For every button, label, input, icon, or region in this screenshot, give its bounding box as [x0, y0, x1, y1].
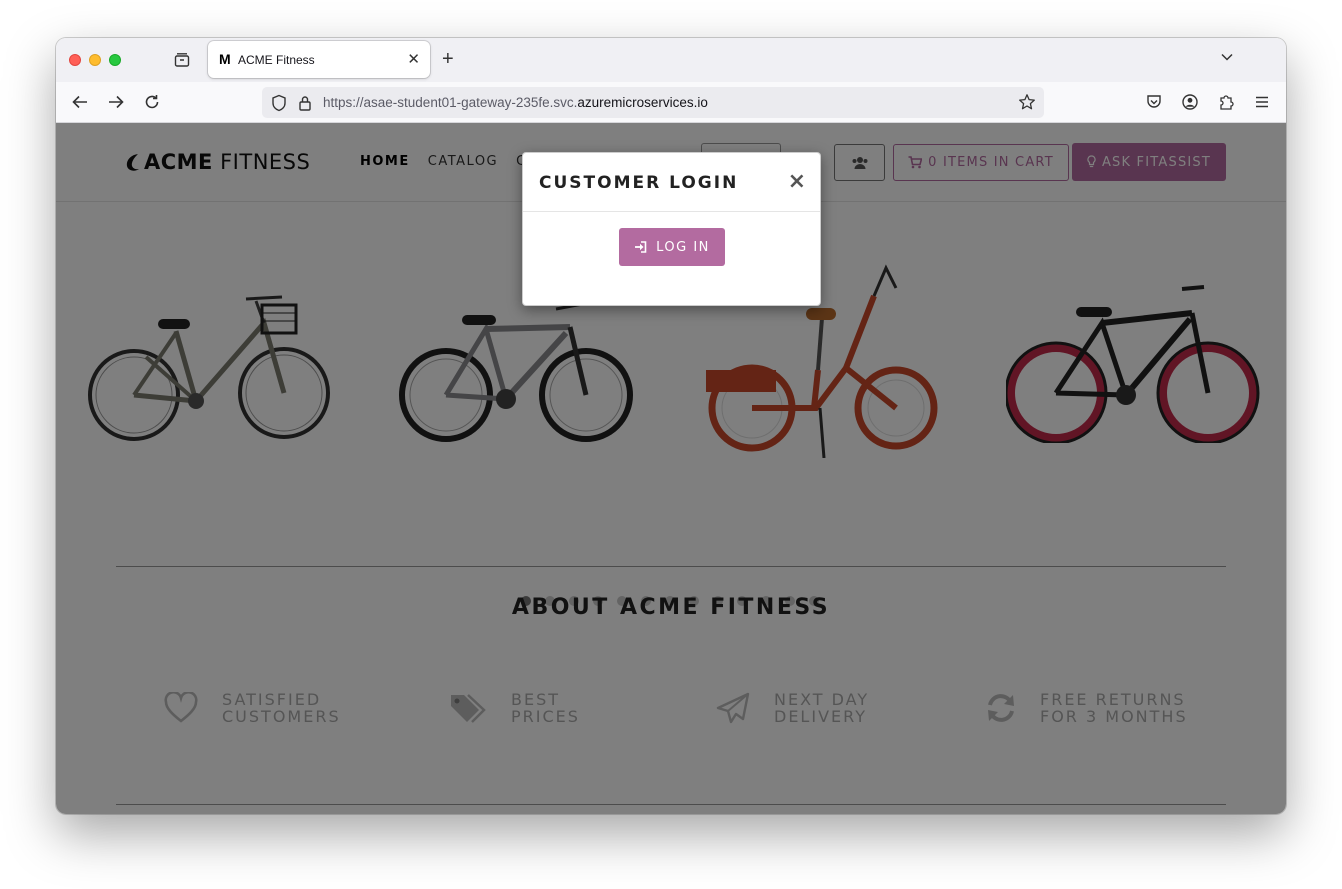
tab-bar: M ACME Fitness ✕ +	[56, 38, 1286, 82]
account-icon[interactable]	[1181, 93, 1199, 116]
modal-title: CUSTOMER LOGIN	[539, 173, 739, 193]
page-content: ACME FITNESS HOME CATALOG C 0 ITEMS IN C…	[56, 123, 1286, 814]
new-tab-button[interactable]: +	[442, 48, 454, 71]
pocket-icon[interactable]	[1145, 93, 1163, 116]
url-bar[interactable]: https://asae-student01-gateway-235fe.svc…	[262, 87, 1044, 118]
modal-header: CUSTOMER LOGIN ×	[523, 153, 820, 212]
back-arrow-icon[interactable]	[71, 93, 89, 116]
tab-favicon-icon: M	[219, 51, 231, 67]
login-button[interactable]: LOG IN	[619, 228, 725, 266]
browser-window: M ACME Fitness ✕ + https://asae-student0…	[56, 38, 1286, 814]
tab-close-icon[interactable]: ✕	[407, 50, 420, 68]
url-text[interactable]: https://asae-student01-gateway-235fe.svc…	[323, 95, 708, 110]
tab-list-chevron-icon[interactable]	[1220, 50, 1234, 69]
maximize-window-button[interactable]	[109, 54, 121, 66]
close-icon[interactable]: ×	[788, 169, 806, 194]
hamburger-menu-icon[interactable]	[1253, 93, 1271, 116]
browser-tab-active[interactable]: M ACME Fitness ✕	[208, 41, 430, 78]
login-label: LOG IN	[656, 239, 710, 255]
sign-in-icon	[635, 241, 647, 253]
customer-login-modal: CUSTOMER LOGIN × LOG IN	[522, 152, 821, 306]
lock-icon[interactable]	[298, 94, 312, 117]
extensions-icon[interactable]	[1217, 93, 1235, 116]
bookmark-star-icon[interactable]	[1018, 93, 1036, 116]
navigation-toolbar: https://asae-student01-gateway-235fe.svc…	[56, 82, 1286, 123]
close-window-button[interactable]	[69, 54, 81, 66]
tab-overview-icon[interactable]	[173, 51, 191, 69]
minimize-window-button[interactable]	[89, 54, 101, 66]
tab-title: ACME Fitness	[238, 53, 315, 67]
reload-icon[interactable]	[143, 93, 161, 116]
tracking-shield-icon[interactable]	[271, 94, 287, 117]
forward-arrow-icon[interactable]	[107, 93, 125, 116]
